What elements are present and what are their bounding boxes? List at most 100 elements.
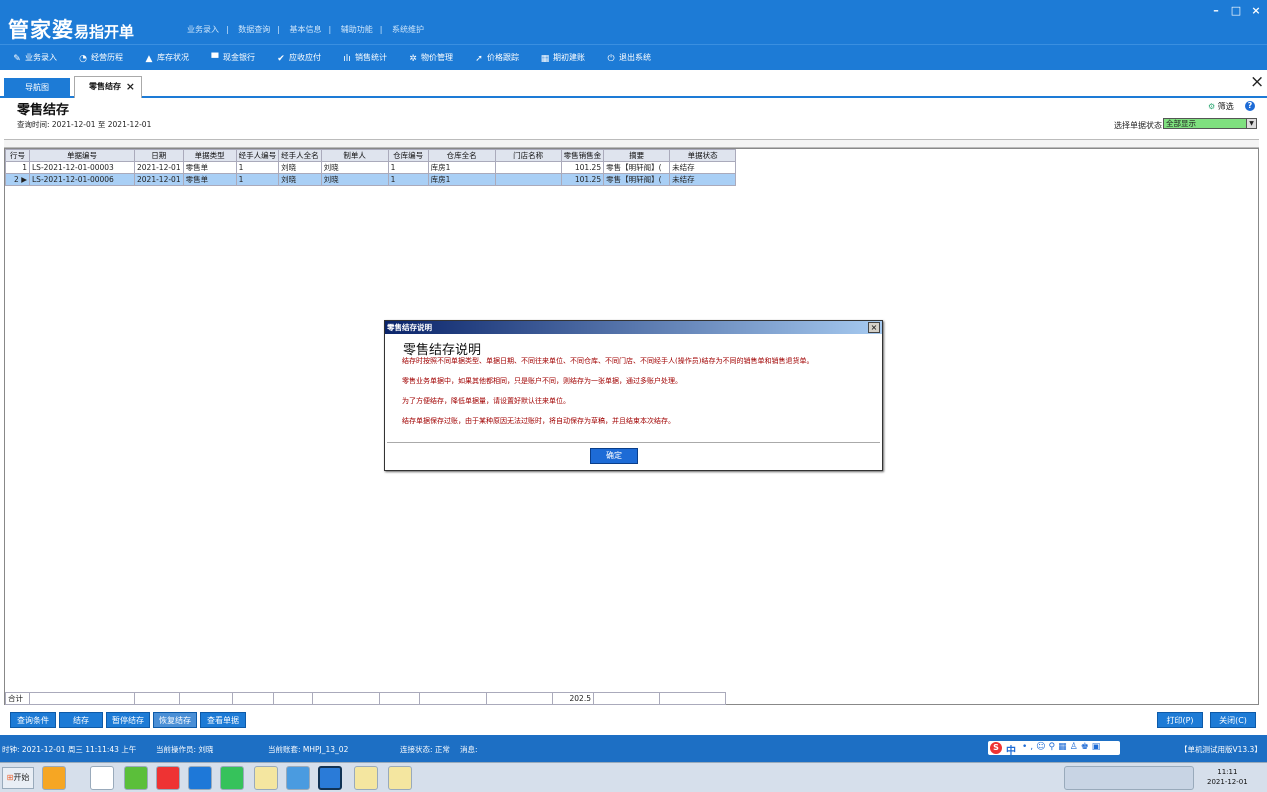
cell-warehouse-id: 1 — [387, 161, 429, 174]
top-menu: 业务录入 | 数据查询 | 基本信息 | 辅助功能 | 系统维护 — [187, 25, 424, 34]
col-header[interactable]: 单据状态 — [669, 149, 737, 162]
retail-settle-dialog: 零售结存说明 × 零售结存说明 结存时按照不同单据类型、单据日期、不同往来单位、… — [384, 320, 883, 471]
col-header[interactable]: 零售销售金 — [560, 149, 605, 162]
table-row[interactable]: 1 LS-2021-12-01-00003 2021-12-01 零售单 1 刘… — [5, 161, 737, 174]
status-filter-label: 选择单据状态 — [1114, 121, 1162, 130]
dialog-close-icon[interactable]: × — [868, 322, 880, 333]
cell-summary: 零售【明轩阁】( — [603, 161, 671, 174]
col-header[interactable]: 仓库编号 — [387, 149, 429, 162]
system-tray[interactable] — [1064, 766, 1194, 790]
table-row-selected[interactable]: 2 ▶ LS-2021-12-01-00006 2021-12-01 零售单 1… — [5, 173, 737, 186]
toolbar-receivable[interactable]: ✔ 应收应付 — [276, 52, 321, 64]
col-header[interactable]: 经手人全名 — [278, 149, 322, 162]
app-icon-2[interactable] — [188, 766, 212, 790]
menu-item-query[interactable]: 数据查询 — [238, 25, 270, 34]
menu-item-basic-info[interactable]: 基本信息 — [290, 25, 322, 34]
cell-creator: 刘晓 — [320, 173, 389, 186]
col-header[interactable]: 门店名称 — [494, 149, 562, 162]
cell-amount: 101.25 — [560, 161, 605, 174]
help-icon[interactable]: ? — [1245, 101, 1255, 111]
dialog-divider — [387, 442, 880, 443]
toolbar-price-track[interactable]: ➚ 价格跟踪 — [474, 52, 519, 64]
app-window: 管家婆易指开单 业务录入 | 数据查询 | 基本信息 | 辅助功能 | 系统维护 – □… — [0, 0, 1267, 792]
status-version: 【单机测试用版V13.3】 — [1180, 745, 1262, 754]
close-tab-icon[interactable]: × — [126, 77, 135, 97]
wechat-icon[interactable] — [220, 766, 244, 790]
baidu-icon[interactable] — [90, 766, 114, 790]
sogou-icon[interactable]: S — [990, 742, 1002, 754]
ime-toolbar[interactable]: S 中 •,☺⚲▦♙♚▣ — [988, 741, 1120, 757]
menu-item-tools[interactable]: 辅助功能 — [341, 25, 373, 34]
col-header[interactable]: 行号 — [5, 149, 30, 162]
toolbar-cash-bank[interactable]: ▀ 现金银行 — [210, 52, 255, 64]
resume-settle-button[interactable]: 恢复结存 — [153, 712, 197, 728]
dialog-title[interactable]: 零售结存说明 — [385, 321, 882, 334]
cell-status: 未结存 — [669, 173, 737, 186]
start-button[interactable]: ⊞开始 — [2, 767, 34, 789]
ie-icon[interactable] — [124, 766, 148, 790]
status-account: 当前账套: MHPJ_13_02 — [268, 745, 349, 754]
cell-doc-number: LS-2021-12-01-00006 — [29, 173, 135, 186]
status-filter-select[interactable]: 全部显示 ▼ — [1163, 118, 1257, 129]
toolbar-stock[interactable]: ▲ 库存状况 — [144, 52, 189, 64]
col-header[interactable]: 单据编号 — [29, 149, 135, 162]
cell-doc-type: 零售单 — [182, 161, 237, 174]
help-app-icon-2[interactable] — [354, 766, 378, 790]
cell-date: 2021-12-01 — [134, 173, 184, 186]
help-app-icon[interactable] — [254, 766, 278, 790]
menu-item-maintenance[interactable]: 系统维护 — [392, 25, 424, 34]
app-logo: 管家婆易指开单 — [8, 18, 135, 42]
guanjiapo-active-icon[interactable] — [318, 766, 342, 790]
col-header[interactable]: 日期 — [134, 149, 184, 162]
toolbar-business-entry[interactable]: ✎ 业务录入 — [12, 52, 57, 64]
menu-item-business[interactable]: 业务录入 — [187, 25, 219, 34]
minimize-button[interactable]: – — [1209, 4, 1223, 17]
row-pointer-icon: ▶ — [21, 175, 27, 184]
print-button[interactable]: 打印(P) — [1157, 712, 1203, 728]
tab-navigation[interactable]: 导航图 — [4, 78, 70, 98]
cell-row-number: 2 ▶ — [5, 173, 30, 186]
pen-icon: ✎ — [13, 54, 21, 64]
app-icon-3[interactable] — [286, 766, 310, 790]
filter-button[interactable]: ⚙ 筛选 — [1208, 101, 1234, 112]
chrome-icon[interactable] — [156, 766, 180, 790]
close-button[interactable]: 关闭(C) — [1210, 712, 1256, 728]
chinese-mode-icon[interactable]: 中 — [1006, 742, 1016, 757]
cell-warehouse-name: 库房1 — [427, 173, 496, 186]
query-time: 查询时间: 2021-12-01 至 2021-12-01 — [17, 120, 152, 129]
help-app-icon-3[interactable] — [388, 766, 412, 790]
col-header[interactable]: 经手人编号 — [235, 149, 280, 162]
cell-row-number: 1 — [5, 161, 30, 174]
view-document-button[interactable]: 查看单据 — [200, 712, 246, 728]
query-condition-button[interactable]: 查询条件 — [10, 712, 56, 728]
dialog-text-line: 为了方便结存，降低单据量，请设置好默认往来单位。 — [402, 397, 570, 405]
card-icon: ▀ — [211, 54, 219, 64]
dropdown-arrow-icon[interactable]: ▼ — [1246, 119, 1256, 128]
ime-tools-icon[interactable]: •,☺⚲▦♙♚▣ — [1022, 742, 1103, 752]
maximize-button[interactable]: □ — [1229, 4, 1243, 17]
cell-handler-name: 刘晓 — [278, 161, 322, 174]
toolbar-sales-stats[interactable]: ılı 销售统计 — [342, 52, 387, 64]
cell-warehouse-id: 1 — [387, 173, 429, 186]
close-page-icon[interactable]: × — [1250, 72, 1264, 92]
cell-handler-id: 1 — [235, 173, 280, 186]
dialog-ok-button[interactable]: 确定 — [590, 448, 638, 464]
close-window-button[interactable]: × — [1249, 4, 1263, 17]
col-header[interactable]: 仓库全名 — [427, 149, 496, 162]
app-icon-1[interactable] — [42, 766, 66, 790]
status-message: 消息: — [460, 745, 478, 754]
toolbar-history[interactable]: ◔ 经营历程 — [78, 52, 123, 64]
status-operator: 当前操作员: 刘晓 — [156, 745, 214, 754]
col-header[interactable]: 制单人 — [320, 149, 389, 162]
arrow-icon: ➚ — [475, 54, 483, 64]
toolbar-exit[interactable]: ⏻ 退出系统 — [606, 52, 651, 64]
splitter-handle[interactable] — [4, 139, 1259, 148]
pause-settle-button[interactable]: 暂停结存 — [106, 712, 150, 728]
tab-retail-settle[interactable]: 零售结存 × — [74, 76, 142, 98]
taskbar-clock[interactable]: 11:11 2021-12-01 — [1207, 767, 1248, 787]
col-header[interactable]: 摘要 — [603, 149, 671, 162]
toolbar-price-mgmt[interactable]: ✲ 物价管理 — [408, 52, 453, 64]
settle-button[interactable]: 结存 — [59, 712, 103, 728]
col-header[interactable]: 单据类型 — [182, 149, 237, 162]
toolbar-opening[interactable]: ▦ 期初建账 — [540, 52, 585, 64]
